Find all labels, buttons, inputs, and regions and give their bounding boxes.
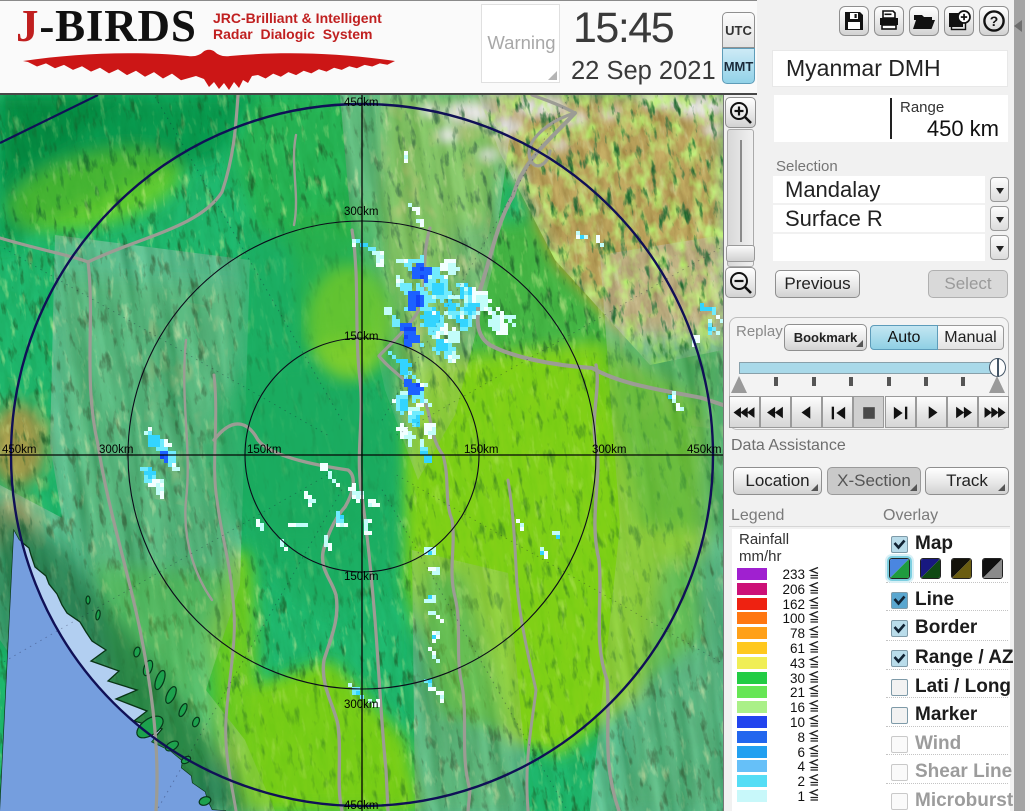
svg-text:300km: 300km bbox=[344, 206, 379, 218]
svg-text:450km: 450km bbox=[344, 800, 379, 811]
svg-text:300km: 300km bbox=[344, 699, 379, 711]
svg-text:150km: 150km bbox=[344, 571, 379, 583]
svg-text:?: ? bbox=[990, 13, 999, 29]
svg-text:150km: 150km bbox=[344, 331, 379, 343]
svg-text:450km: 450km bbox=[687, 444, 722, 456]
svg-text:150km: 150km bbox=[247, 444, 282, 456]
svg-text:450km: 450km bbox=[344, 97, 379, 109]
svg-text:450km: 450km bbox=[2, 444, 37, 456]
svg-text:150km: 150km bbox=[464, 444, 499, 456]
svg-text:300km: 300km bbox=[99, 444, 134, 456]
svg-text:300km: 300km bbox=[592, 444, 627, 456]
